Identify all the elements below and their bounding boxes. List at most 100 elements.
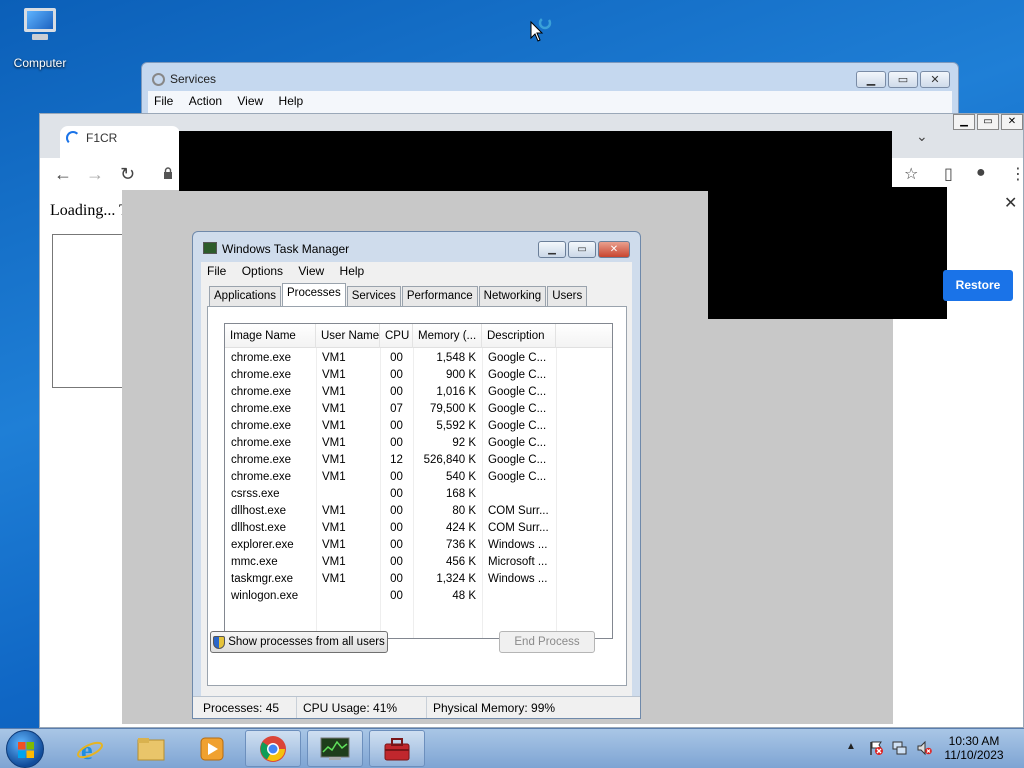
tm-menubar: File Options View Help <box>201 262 632 280</box>
process-list-header: Image Name User Name CPU Memory (... Des… <box>225 324 612 348</box>
taskbar-task-manager[interactable] <box>307 730 363 767</box>
services-menu-action[interactable]: Action <box>183 91 228 108</box>
tab-users[interactable]: Users <box>547 286 588 306</box>
process-cell-memory: 424 K <box>445 522 476 534</box>
process-cell-description: COM Surr... <box>488 505 549 517</box>
services-menu-view[interactable]: View <box>231 91 269 108</box>
show-hidden-icons-icon[interactable]: ▲ <box>846 741 856 752</box>
process-row[interactable]: mmc.exe VM1 00 456 K Microsoft ... <box>225 554 612 571</box>
loading-spinner-icon <box>66 131 80 145</box>
end-process-button[interactable]: End Process <box>499 631 595 653</box>
media-player-icon <box>200 737 224 760</box>
services-close-button[interactable]: ✕ <box>920 71 950 88</box>
taskbar-toolbox-app[interactable] <box>369 730 425 767</box>
tab-search-chevron-icon[interactable]: ⌄ <box>916 128 928 145</box>
start-button[interactable] <box>6 730 44 768</box>
process-cell-memory: 526,840 K <box>423 454 476 466</box>
process-cell-cpu: 07 <box>390 403 403 415</box>
process-row[interactable]: chrome.exe VM1 00 1,016 K Google C... <box>225 384 612 401</box>
process-cell-image-name: taskmgr.exe <box>231 573 293 585</box>
services-menu-file[interactable]: File <box>148 91 179 108</box>
tab-services[interactable]: Services <box>346 286 401 306</box>
chrome-maximize-button[interactable]: ▭ <box>977 114 999 130</box>
process-row[interactable]: chrome.exe VM1 00 900 K Google C... <box>225 367 612 384</box>
process-row[interactable]: chrome.exe VM1 00 92 K Google C... <box>225 435 612 452</box>
services-maximize-button[interactable]: ▭ <box>888 71 918 88</box>
process-row[interactable]: chrome.exe VM1 07 79,500 K Google C... <box>225 401 612 418</box>
services-minimize-button[interactable]: ▁ <box>856 71 886 88</box>
taskbar-internet-explorer[interactable]: e <box>62 730 118 767</box>
profile-avatar-icon[interactable]: ● <box>976 164 986 182</box>
tm-minimize-button[interactable]: ▁ <box>538 241 566 258</box>
process-row[interactable]: explorer.exe VM1 00 736 K Windows ... <box>225 537 612 554</box>
chrome-icon <box>260 735 286 762</box>
tab-processes[interactable]: Processes <box>282 283 346 306</box>
process-row[interactable]: dllhost.exe VM1 00 424 K COM Surr... <box>225 520 612 537</box>
process-cell-memory: 1,548 K <box>436 352 476 364</box>
process-cell-memory: 540 K <box>445 471 476 483</box>
tab-networking[interactable]: Networking <box>478 286 547 306</box>
process-cell-image-name: chrome.exe <box>231 420 292 432</box>
process-row[interactable]: dllhost.exe VM1 00 80 K COM Surr... <box>225 503 612 520</box>
col-image-name[interactable]: Image Name <box>225 324 316 348</box>
tm-close-button[interactable]: ✕ <box>598 241 630 258</box>
system-tray: ▲ 10:30 AM 11/10/2023 <box>840 728 1024 768</box>
process-cell-cpu: 00 <box>390 539 403 551</box>
process-row[interactable]: chrome.exe VM1 00 5,592 K Google C... <box>225 418 612 435</box>
process-rows: chrome.exe VM1 00 1,548 K Google C... chrome.… <box>225 350 612 605</box>
process-cell-description: Google C... <box>488 420 547 432</box>
services-menubar: File Action View Help <box>148 91 952 113</box>
chrome-tab-title: F1CR <box>86 131 118 145</box>
status-memory: Physical Memory: 99% <box>433 701 556 715</box>
taskbar-media-player[interactable] <box>184 730 240 767</box>
chrome-tab[interactable]: F1CR <box>60 126 180 158</box>
process-cell-image-name: csrss.exe <box>231 488 280 500</box>
taskbar-file-explorer[interactable] <box>123 730 179 767</box>
process-cell-memory: 1,016 K <box>436 386 476 398</box>
task-manager-icon <box>203 242 217 254</box>
taskbar-chrome[interactable] <box>245 730 301 767</box>
process-row[interactable]: taskmgr.exe VM1 00 1,324 K Windows ... <box>225 571 612 588</box>
tab-applications[interactable]: Applications <box>209 286 282 306</box>
taskbar-clock[interactable]: 10:30 AM 11/10/2023 <box>942 734 1006 762</box>
restore-button[interactable]: Restore <box>943 270 1013 301</box>
tm-menu-file[interactable]: File <box>201 262 232 278</box>
toolbox-icon <box>384 737 410 760</box>
process-cell-cpu: 00 <box>390 522 403 534</box>
chrome-minimize-button[interactable]: ▁ <box>953 114 975 130</box>
col-user-name[interactable]: User Name <box>316 324 380 348</box>
process-cell-cpu: 00 <box>390 420 403 432</box>
process-row[interactable]: csrss.exe 00 168 K <box>225 486 612 503</box>
col-cpu[interactable]: CPU <box>380 324 413 348</box>
forward-arrow-icon[interactable]: → <box>86 164 104 185</box>
process-row[interactable]: winlogon.exe 00 48 K <box>225 588 612 605</box>
close-icon[interactable]: ✕ <box>1004 193 1017 213</box>
process-row[interactable]: chrome.exe VM1 00 540 K Google C... <box>225 469 612 486</box>
col-memory[interactable]: Memory (... <box>413 324 482 348</box>
action-center-flag-icon[interactable] <box>868 740 884 756</box>
task-manager-window[interactable]: Windows Task Manager ▁ ▭ ✕ File Options … <box>192 231 641 719</box>
bookmark-star-icon[interactable]: ☆ <box>904 164 918 184</box>
process-row[interactable]: chrome.exe VM1 00 1,548 K Google C... <box>225 350 612 367</box>
desktop-icon-computer[interactable]: Computer <box>6 8 74 70</box>
process-cell-description: Google C... <box>488 403 547 415</box>
process-cell-user-name: VM1 <box>322 522 346 534</box>
chrome-close-button[interactable]: ✕ <box>1001 114 1023 130</box>
process-list[interactable]: Image Name User Name CPU Memory (... Des… <box>224 323 613 639</box>
show-all-processes-button[interactable]: Show processes from all users <box>210 631 388 653</box>
process-cell-cpu: 00 <box>390 505 403 517</box>
tab-performance[interactable]: Performance <box>401 286 478 306</box>
tm-menu-options[interactable]: Options <box>236 262 289 278</box>
reload-icon[interactable]: ↻ <box>120 164 135 185</box>
tm-menu-view[interactable]: View <box>292 262 330 278</box>
chrome-menu-icon[interactable]: ⋮ <box>1010 164 1024 184</box>
col-description[interactable]: Description <box>482 324 556 348</box>
tm-maximize-button[interactable]: ▭ <box>568 241 596 258</box>
services-menu-help[interactable]: Help <box>273 91 310 108</box>
volume-muted-icon[interactable] <box>916 740 932 756</box>
tm-menu-help[interactable]: Help <box>334 262 371 278</box>
back-arrow-icon[interactable]: ← <box>54 164 72 185</box>
network-icon[interactable] <box>892 740 908 756</box>
process-row[interactable]: chrome.exe VM1 12 526,840 K Google C... <box>225 452 612 469</box>
side-panel-icon[interactable]: ▯ <box>944 164 953 184</box>
